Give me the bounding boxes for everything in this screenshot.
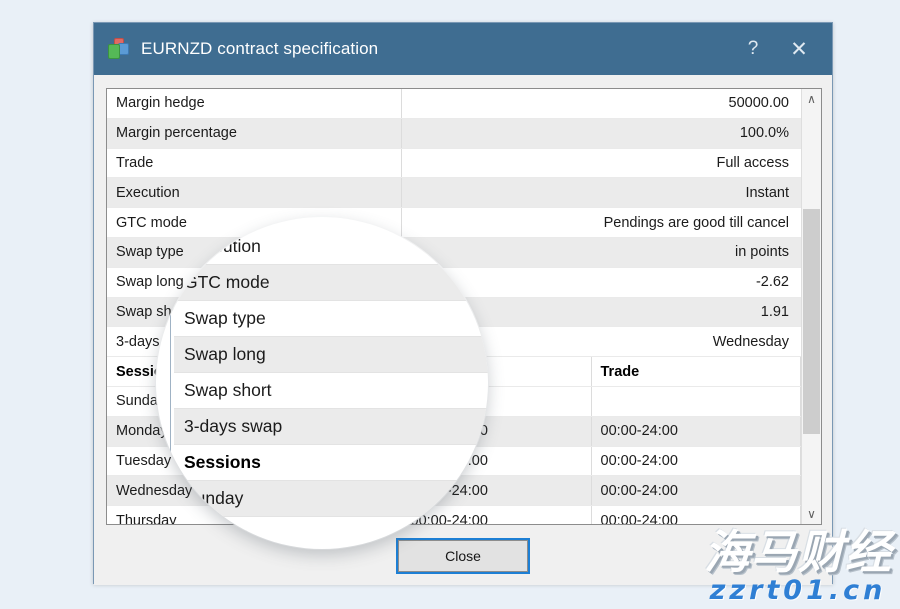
dialog-title: EURNZD contract specification <box>141 39 379 58</box>
magnifier-lens: Execution GTC mode Swap type Swap long Swap … <box>156 217 488 549</box>
magnified-rows: Execution GTC mode Swap type Swap long Swap … <box>174 229 488 549</box>
table-row[interactable]: Trade Full access <box>107 148 801 179</box>
property-name: Execution <box>107 177 402 209</box>
magnified-row: GTC mode <box>174 264 488 301</box>
magnified-row: 3-days swap <box>174 408 488 445</box>
scroll-down-icon[interactable]: ∨ <box>802 504 821 524</box>
table-row[interactable]: Execution Instant <box>107 177 801 209</box>
magnified-property-name: Execution <box>174 229 488 265</box>
magnified-property-name: Monday <box>174 516 488 549</box>
table-row[interactable]: Margin hedge 50000.00 <box>107 89 801 119</box>
scroll-up-icon[interactable]: ∧ <box>802 89 821 109</box>
session-trade: 00:00-24:00 <box>591 416 801 447</box>
contract-spec-icon <box>107 38 129 60</box>
table-row[interactable]: Margin percentage 100.0% <box>107 118 801 149</box>
dialog-body: Margin hedge 50000.00 Margin percentage 100… <box>94 75 832 585</box>
property-name: Margin hedge <box>107 89 402 119</box>
magnified-property-name: Sunday <box>174 480 488 517</box>
property-name: Margin percentage <box>107 118 402 149</box>
magnified-property-name: Sessions <box>174 444 488 481</box>
dialog-title-bar: EURNZD contract specification ? ✕ <box>94 23 832 75</box>
session-trade: 00:00-24:00 <box>591 475 801 507</box>
magnified-row: Execution <box>174 229 488 265</box>
session-trade: 00:00-24:00 <box>591 505 801 524</box>
magnified-property-name: Swap short <box>174 372 488 409</box>
magnified-row: Sunday <box>174 480 488 517</box>
magnified-row: Monday <box>174 516 488 549</box>
help-icon[interactable]: ? <box>730 23 776 75</box>
magnified-property-name: Swap long <box>174 336 488 373</box>
session-trade <box>591 386 801 417</box>
magnified-property-name: Swap type <box>174 300 488 337</box>
property-name: Trade <box>107 148 402 179</box>
property-value: Instant <box>401 177 801 209</box>
property-value: 50000.00 <box>401 89 801 119</box>
magnified-left-rule <box>170 313 171 459</box>
watermark-brand: 海马财经 <box>704 524 892 579</box>
trade-header-label: Trade <box>591 357 801 387</box>
magnified-row: Swap short <box>174 372 488 409</box>
property-value: 100.0% <box>401 118 801 149</box>
session-trade: 00:00-24:00 <box>591 446 801 477</box>
magnified-property-name: GTC mode <box>174 264 488 301</box>
contract-specification-dialog: EURNZD contract specification ? ✕ Margin… <box>93 22 833 585</box>
magnified-row: Swap type <box>174 300 488 337</box>
magnified-row: Sessions <box>174 444 488 481</box>
vertical-scrollbar[interactable]: ∧ ∨ <box>801 89 821 524</box>
close-icon[interactable]: ✕ <box>776 23 822 75</box>
magnified-property-name: 3-days swap <box>174 408 488 445</box>
scrollbar-thumb[interactable] <box>803 209 820 434</box>
watermark: 海马财经 zzrt01.cn <box>704 529 892 605</box>
magnified-row: Swap long <box>174 336 488 373</box>
property-value: Full access <box>401 148 801 179</box>
watermark-url: zzrt01.cn <box>709 574 887 606</box>
